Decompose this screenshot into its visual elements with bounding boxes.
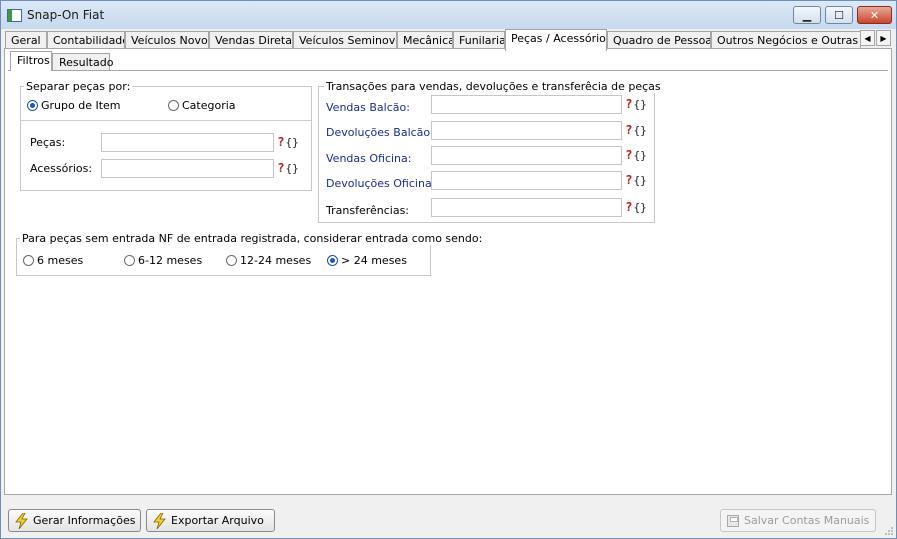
vendas-oficina-lookup-button[interactable]: ?{} xyxy=(625,146,647,164)
salvar-contas-manuais-label: Salvar Contas Manuais xyxy=(744,514,870,527)
radio-12-24-meses-label: 12-24 meses xyxy=(240,254,312,267)
brace-icon: {} xyxy=(285,161,299,175)
radio-6-meses[interactable]: 6 meses xyxy=(23,254,83,267)
bottom-toolbar: Gerar Informações Exportar Arquivo Salva… xyxy=(4,498,892,536)
radio-grupo-de-item-indicator xyxy=(27,100,38,111)
vendas-balcao-lookup-button[interactable]: ?{} xyxy=(625,95,647,113)
window-title: Snap-On Fiat xyxy=(27,8,105,22)
separar-divider xyxy=(21,120,311,121)
salvar-contas-manuais-button[interactable]: Salvar Contas Manuais xyxy=(720,509,876,532)
gerar-informacoes-label: Gerar Informações xyxy=(33,514,136,527)
pecas-label: Peças: xyxy=(30,136,66,149)
vendas-oficina-input[interactable] xyxy=(431,146,622,165)
brace-icon: {} xyxy=(633,173,647,187)
radio-6-12-meses-label: 6-12 meses xyxy=(138,254,203,267)
radio-categoria-indicator xyxy=(168,100,179,111)
devolucoes-balcao-label: Devoluções Balcão: xyxy=(326,126,434,139)
exportar-arquivo-button[interactable]: Exportar Arquivo xyxy=(146,509,275,532)
radio-6-12-meses[interactable]: 6-12 meses xyxy=(124,254,202,267)
subtab-filtros[interactable]: Filtros xyxy=(10,51,52,71)
radio-categoria-label: Categoria xyxy=(182,99,236,112)
vendas-balcao-input[interactable] xyxy=(431,95,622,114)
exportar-arquivo-label: Exportar Arquivo xyxy=(171,514,264,527)
transferencias-input[interactable] xyxy=(431,198,622,217)
resize-grip-icon[interactable] xyxy=(884,526,894,536)
maximize-button[interactable]: ☐ xyxy=(825,6,853,24)
tab-pecas-acessorios[interactable]: Peças / Acessórios xyxy=(505,29,607,51)
acessorios-input[interactable] xyxy=(101,159,274,178)
main-tabstrip: Geral Contabilidade Veículos Novos Venda… xyxy=(5,29,893,51)
save-icon xyxy=(727,514,739,527)
brace-icon: {} xyxy=(285,135,299,149)
question-icon: ? xyxy=(625,97,633,111)
radio-6-12-meses-indicator xyxy=(124,255,135,266)
radio-grupo-de-item-label: Grupo de Item xyxy=(41,99,121,112)
devolucoes-oficina-input[interactable] xyxy=(431,171,622,190)
transferencias-label: Transferências: xyxy=(326,204,410,217)
pecas-lookup-button[interactable]: ?{} xyxy=(277,133,299,151)
radio-6-meses-indicator xyxy=(23,255,34,266)
brace-icon: {} xyxy=(633,123,647,137)
devolucoes-oficina-lookup-button[interactable]: ?{} xyxy=(625,171,647,189)
app-icon xyxy=(7,9,22,22)
lightning-icon xyxy=(15,512,28,529)
radio-categoria[interactable]: Categoria xyxy=(168,99,236,112)
radio-mais-24-meses-label: > 24 meses xyxy=(341,254,407,267)
separar-legend: Separar peças por: xyxy=(24,80,133,93)
transferencias-lookup-button[interactable]: ?{} xyxy=(625,198,647,216)
radio-6-meses-label: 6 meses xyxy=(37,254,84,267)
radio-mais-24-meses[interactable]: > 24 meses xyxy=(327,254,407,267)
pecas-input[interactable] xyxy=(101,133,274,152)
radio-grupo-de-item[interactable]: Grupo de Item xyxy=(27,99,121,112)
tab-scroll-left-button[interactable]: ◀ xyxy=(860,30,875,46)
devolucoes-oficina-label: Devoluções Oficina: xyxy=(326,177,436,190)
minimize-button[interactable]: ▁ xyxy=(793,6,821,24)
lightning-icon xyxy=(153,512,166,529)
acessorios-label: Acessórios: xyxy=(30,162,93,175)
vendas-oficina-label: Vendas Oficina: xyxy=(326,152,412,165)
radio-12-24-meses[interactable]: 12-24 meses xyxy=(226,254,311,267)
question-icon: ? xyxy=(625,200,633,214)
devolucoes-balcao-lookup-button[interactable]: ?{} xyxy=(625,121,647,139)
radio-mais-24-meses-indicator xyxy=(327,255,338,266)
question-icon: ? xyxy=(625,148,633,162)
question-icon: ? xyxy=(277,135,285,149)
tab-scroll-right-button[interactable]: ▶ xyxy=(876,30,891,46)
vendas-balcao-label: Vendas Balcão: xyxy=(326,101,410,114)
brace-icon: {} xyxy=(633,148,647,162)
brace-icon: {} xyxy=(633,200,647,214)
question-icon: ? xyxy=(277,161,285,175)
subtab-resultado[interactable]: Resultado xyxy=(52,53,113,71)
close-button[interactable]: ✕ xyxy=(857,6,892,24)
gerar-informacoes-button[interactable]: Gerar Informações xyxy=(8,509,141,532)
entrada-legend: Para peças sem entrada NF de entrada reg… xyxy=(20,232,485,245)
acessorios-lookup-button[interactable]: ?{} xyxy=(277,159,299,177)
devolucoes-balcao-input[interactable] xyxy=(431,121,622,140)
title-bar[interactable]: Snap-On Fiat ▁ ☐ ✕ xyxy=(1,1,896,29)
radio-12-24-meses-indicator xyxy=(226,255,237,266)
brace-icon: {} xyxy=(633,97,647,111)
question-icon: ? xyxy=(625,123,633,137)
transacoes-legend: Transações para vendas, devoluções e tra… xyxy=(324,80,663,93)
question-icon: ? xyxy=(625,173,633,187)
